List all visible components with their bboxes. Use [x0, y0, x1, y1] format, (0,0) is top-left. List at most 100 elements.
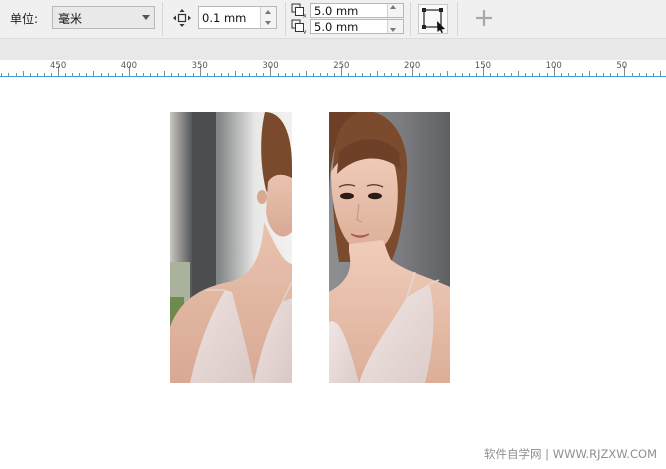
ruler-tick [468, 73, 470, 76]
ruler-tick [93, 71, 95, 76]
ruler-tick [383, 73, 385, 76]
portrait-image-right [329, 112, 450, 383]
add-button[interactable] [472, 6, 496, 30]
ruler-tick [574, 73, 576, 76]
ruler-tick [596, 73, 598, 76]
nudge-distance-input[interactable]: 0.1 mm [198, 6, 277, 29]
ruler-tick [334, 73, 336, 76]
ruler-tick [404, 73, 406, 76]
ruler-tick [525, 73, 527, 76]
toolbar-separator [285, 2, 286, 36]
toolbar-separator [457, 2, 458, 36]
duplicate-offset-y-icon: y [291, 19, 307, 35]
nudge-distance-value: 0.1 mm [202, 11, 247, 25]
ruler-tick [86, 73, 88, 76]
ruler-tick [652, 73, 654, 76]
ruler-tick [362, 73, 364, 76]
ruler-label: 450 [50, 61, 67, 71]
ruler-tick [376, 71, 378, 76]
duplicate-x-spinner[interactable] [387, 4, 403, 17]
spin-up-icon[interactable] [390, 5, 396, 9]
ruler-tick [213, 73, 215, 76]
ruler-tick [461, 73, 463, 76]
ruler-tick [1, 73, 3, 76]
drawing-canvas[interactable] [0, 77, 666, 469]
ruler-tick [567, 73, 569, 76]
ruler-tick [454, 73, 456, 76]
spin-down-icon[interactable] [265, 21, 271, 25]
ruler-tick [532, 73, 534, 76]
ruler-label: 300 [262, 61, 279, 71]
plus-icon [476, 10, 492, 26]
secondary-toolbar-strip [0, 38, 666, 60]
ruler-tick [277, 73, 279, 76]
nudge-spinner[interactable] [260, 7, 276, 28]
ruler-label: 400 [120, 61, 138, 71]
ruler-tick [504, 73, 505, 76]
ruler-tick [79, 73, 81, 76]
ruler-tick [617, 73, 619, 76]
ruler-tick [178, 73, 180, 76]
ruler-tick [143, 73, 144, 76]
ruler-tick [291, 73, 293, 76]
ruler-tick [192, 73, 194, 76]
ruler-tick [43, 73, 45, 76]
ruler-label: 150 [474, 61, 492, 71]
svg-text:y: y [303, 29, 307, 35]
ruler-tick [355, 73, 357, 76]
ruler-tick [164, 71, 166, 76]
portrait-image-left [170, 112, 292, 383]
ruler-tick [419, 73, 421, 76]
chevron-down-icon [142, 15, 150, 20]
ruler-tick [100, 73, 102, 76]
ruler-tick [638, 73, 640, 76]
ruler-tick [581, 73, 583, 76]
ruler-tick [511, 73, 513, 76]
duplicate-y-spinner[interactable] [387, 20, 403, 33]
ruler-label: 200 [404, 61, 421, 71]
ruler-tick [15, 73, 17, 76]
ruler-label: 350 [191, 61, 208, 71]
ruler-tick [475, 73, 477, 76]
ruler-tick [36, 73, 38, 76]
ruler-tick [121, 73, 123, 76]
ruler-tick [560, 73, 562, 76]
duplicate-y-value: 5.0 mm [314, 20, 359, 34]
ruler-tick [72, 73, 74, 76]
horizontal-ruler[interactable]: 450 400 350 300 250 200 150 100 50 [0, 60, 666, 77]
units-value: 毫米 [58, 12, 83, 26]
spin-up-icon[interactable] [265, 10, 271, 14]
ruler-tick [440, 73, 442, 76]
svg-text:x: x [303, 13, 307, 19]
ruler-tick [284, 73, 286, 76]
ruler-tick [235, 71, 236, 76]
ruler-tick [489, 73, 491, 76]
ruler-tick [150, 73, 151, 76]
photo-slice-left[interactable] [170, 112, 292, 383]
ruler-tick [22, 71, 24, 76]
ruler-tick [256, 73, 258, 76]
ruler-tick [263, 73, 265, 76]
duplicate-y-input[interactable]: 5.0 mm [310, 19, 404, 34]
ruler-tick [157, 73, 159, 76]
ruler-tick [348, 73, 350, 76]
transform-object-button[interactable] [418, 4, 448, 34]
ruler-tick [397, 73, 399, 76]
ruler-label: 250 [333, 61, 350, 71]
spin-down-icon[interactable] [390, 28, 396, 32]
ruler-tick [107, 73, 109, 76]
units-dropdown[interactable]: 毫米 [52, 6, 155, 29]
ruler-tick [447, 71, 449, 76]
ruler-tick [29, 73, 31, 76]
ruler-tick [320, 73, 321, 76]
ruler-tick [589, 71, 590, 76]
ruler-tick [390, 73, 392, 76]
photo-slice-right[interactable] [329, 112, 450, 383]
ruler-tick [426, 73, 428, 76]
duplicate-offset-x-icon: x [291, 3, 307, 19]
duplicate-x-input[interactable]: 5.0 mm [310, 3, 404, 18]
nudge-arrows-icon [173, 9, 191, 27]
ruler-tick [114, 73, 116, 76]
ruler-tick [8, 73, 10, 76]
ruler-label: 100 [545, 61, 562, 71]
